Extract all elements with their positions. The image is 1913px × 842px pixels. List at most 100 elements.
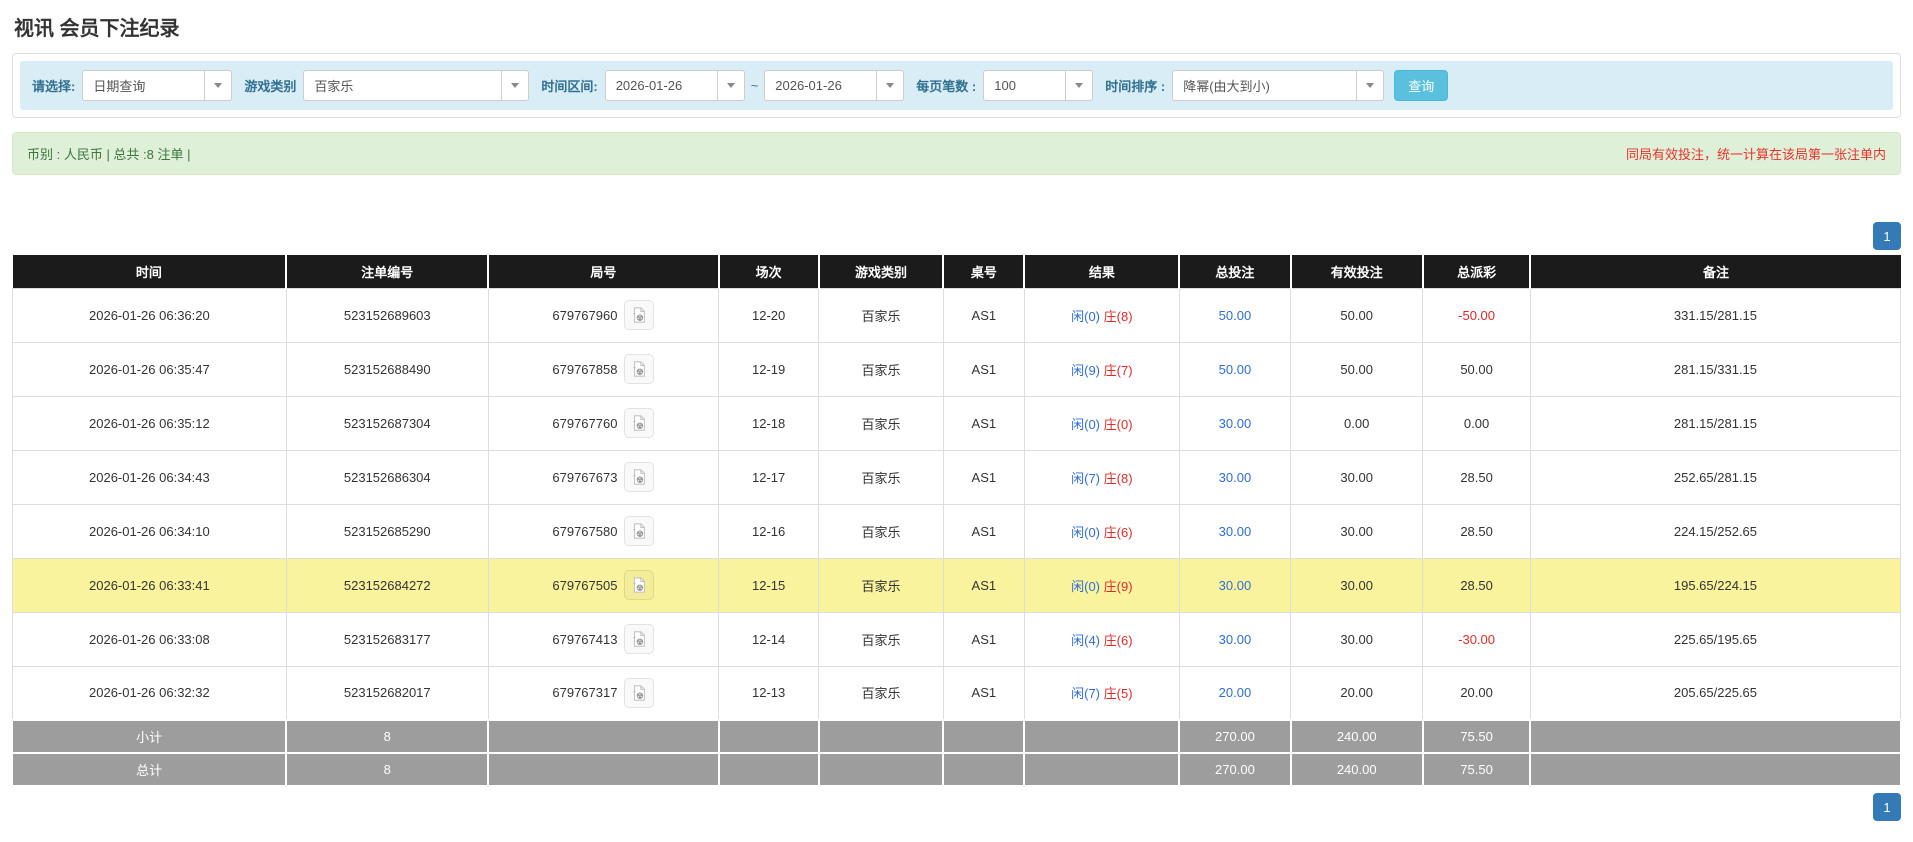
video-replay-button[interactable] (624, 624, 655, 654)
filter-panel: 请选择: 日期查询 游戏类别 百家乐 时间区间: 2026-01-26 ~ 20… (12, 53, 1901, 118)
bet-id: 523152685290 (285, 503, 489, 559)
game-type: 百家乐 (818, 341, 944, 397)
bet-time: 2026-01-26 06:34:10 (12, 503, 287, 559)
video-replay-button[interactable] (624, 300, 655, 330)
col-session: 场次 (717, 255, 819, 288)
total-bet-cell: 30.00 (1178, 611, 1292, 667)
total-bet-cell: 30.00 (1178, 503, 1292, 559)
col-time: 时间 (12, 255, 287, 288)
search-button[interactable]: 查询 (1394, 70, 1449, 101)
date-to-select[interactable]: 2026-01-26 (764, 70, 905, 101)
total-bet-link[interactable]: 30.00 (1219, 632, 1252, 647)
table-body: 2026-01-26 06:36:20 523152689603 6797679… (12, 287, 1902, 721)
payout: -50.00 (1422, 287, 1531, 343)
table-row: 2026-01-26 06:34:43 523152686304 6797676… (12, 449, 1902, 505)
remark: 225.65/195.65 (1529, 611, 1902, 667)
page-title: 视讯 会员下注纪录 (14, 18, 180, 40)
col-result: 结果 (1023, 255, 1180, 288)
total-bet-link[interactable]: 50.00 (1219, 308, 1252, 323)
page-1-button[interactable]: 1 (1873, 793, 1901, 821)
total-label: 总计 (12, 752, 288, 787)
table-header: 时间 注单编号 局号 场次 游戏类别 桌号 结果 总投注 有效投注 总派彩 备注 (12, 255, 1901, 288)
total-count: 8 (285, 752, 490, 787)
page-1-button[interactable]: 1 (1873, 222, 1901, 250)
total-row: 总计 8 270.00 240.00 75.50 (12, 752, 1902, 787)
payout: 28.50 (1422, 449, 1531, 505)
banker-result: 庄(0) (1103, 416, 1133, 432)
table-row: 2026-01-26 06:35:47 523152688490 6797678… (12, 341, 1902, 397)
total-bet-link[interactable]: 30.00 (1219, 470, 1252, 485)
player-result: 闲(0) (1071, 308, 1101, 324)
round-id: 679767673 (552, 469, 618, 485)
query-type-select[interactable]: 日期查询 (82, 70, 233, 101)
player-result: 闲(4) (1071, 632, 1101, 648)
round-id: 679767858 (552, 361, 618, 377)
round-id: 679767317 (552, 685, 618, 701)
chevron-down-icon (1356, 71, 1383, 100)
col-payout: 总派彩 (1421, 255, 1531, 288)
payout: 0.00 (1422, 395, 1531, 451)
player-result: 闲(0) (1071, 416, 1101, 432)
total-bet-cell: 20.00 (1178, 665, 1292, 721)
player-result: 闲(0) (1071, 524, 1101, 540)
round-id-cell: 679767317 (487, 665, 720, 721)
chevron-down-icon (876, 71, 903, 100)
session: 12-17 (718, 449, 820, 505)
session: 12-18 (718, 395, 820, 451)
total-total-bet: 270.00 (1178, 752, 1292, 787)
video-icon (633, 577, 646, 593)
session: 12-13 (718, 665, 820, 721)
total-bet-link[interactable]: 30.00 (1219, 578, 1252, 593)
query-type-value: 日期查询 (93, 79, 146, 94)
game-type-select[interactable]: 百家乐 (303, 70, 530, 101)
video-replay-button[interactable] (624, 354, 655, 384)
game-type: 百家乐 (818, 503, 944, 559)
subtotal-valid-bet: 240.00 (1289, 719, 1424, 754)
total-bet-link[interactable]: 20.00 (1219, 685, 1252, 700)
video-replay-button[interactable] (624, 570, 655, 600)
video-replay-button[interactable] (624, 408, 655, 438)
bet-time: 2026-01-26 06:35:12 (12, 395, 287, 451)
date-to-value: 2026-01-26 (775, 78, 842, 93)
round-id: 679767760 (552, 415, 618, 431)
payout: 20.00 (1422, 665, 1531, 721)
bet-id: 523152682017 (285, 665, 489, 721)
result-cell: 闲(4) 庄(6) (1023, 611, 1180, 667)
valid-bet: 30.00 (1290, 503, 1424, 559)
remark: 252.65/281.15 (1529, 449, 1902, 505)
round-id-cell: 679767580 (487, 503, 720, 559)
video-replay-button[interactable] (624, 677, 655, 708)
bet-time: 2026-01-26 06:34:43 (12, 449, 287, 505)
table-row: 2026-01-26 06:32:32 523152682017 6797673… (12, 665, 1902, 721)
video-replay-button[interactable] (624, 462, 655, 492)
sort-order-select[interactable]: 降幂(由大到小) (1172, 70, 1385, 101)
date-from-select[interactable]: 2026-01-26 (604, 70, 745, 101)
player-result: 闲(7) (1071, 470, 1101, 486)
page-size-select[interactable]: 100 (983, 70, 1094, 101)
table-row: 2026-01-26 06:34:10 523152685290 6797675… (12, 503, 1902, 559)
result-cell: 闲(7) 庄(5) (1023, 665, 1180, 721)
total-bet-link[interactable]: 50.00 (1219, 362, 1252, 377)
result-cell: 闲(0) 庄(8) (1023, 287, 1180, 343)
video-replay-button[interactable] (624, 516, 655, 546)
session: 12-15 (718, 557, 820, 613)
total-bet-link[interactable]: 30.00 (1219, 416, 1252, 431)
video-icon (633, 523, 646, 539)
query-type-label: 请选择: (32, 79, 76, 94)
remark: 281.15/331.15 (1529, 341, 1902, 397)
summary-bar: 币别 : 人民币 | 总共 :8 注单 | 同局有效投注，统一计算在该局第一张注… (12, 132, 1901, 175)
game-type-value: 百家乐 (314, 79, 354, 94)
bet-id: 523152689603 (285, 287, 489, 343)
total-bet-cell: 30.00 (1178, 395, 1292, 451)
banker-result: 庄(8) (1103, 470, 1133, 486)
table-no: AS1 (942, 503, 1025, 559)
valid-bet: 50.00 (1290, 287, 1424, 343)
subtotal-row: 小计 8 270.00 240.00 75.50 (12, 719, 1902, 754)
total-bet-link[interactable]: 30.00 (1219, 524, 1252, 539)
payout-notice: 同局有效投注，统一计算在该局第一张注单内 (1625, 147, 1886, 162)
game-type: 百家乐 (818, 611, 944, 667)
round-id-cell: 679767505 (487, 557, 720, 613)
filter-bar: 请选择: 日期查询 游戏类别 百家乐 时间区间: 2026-01-26 ~ 20… (20, 61, 1893, 110)
total-bet-cell: 50.00 (1178, 287, 1292, 343)
remark: 205.65/225.65 (1529, 665, 1902, 721)
